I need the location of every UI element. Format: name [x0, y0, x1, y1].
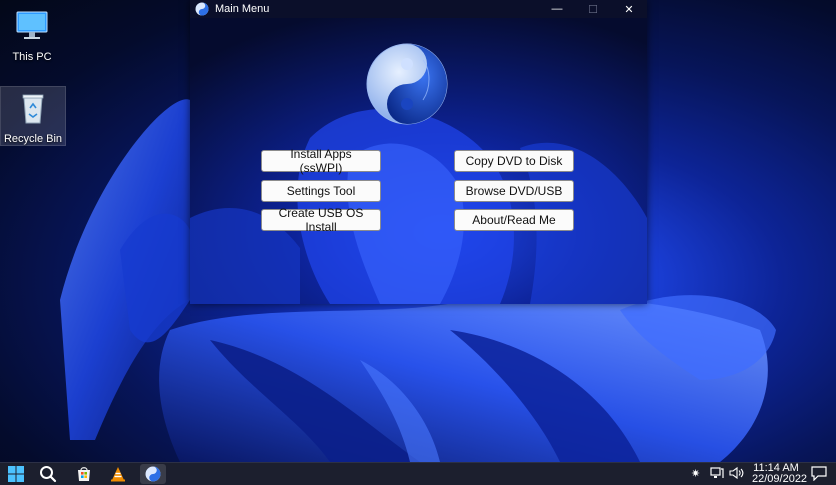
- copy-dvd-button[interactable]: Copy DVD to Disk: [454, 150, 574, 172]
- store-button[interactable]: [73, 464, 95, 484]
- notification-icon[interactable]: [811, 466, 827, 481]
- yin-yang-logo: [366, 43, 448, 125]
- recycle-bin-desktop-icon[interactable]: Recycle Bin: [0, 86, 66, 146]
- window-titlebar[interactable]: Main Menu — ☐ ✕: [190, 0, 647, 18]
- main-menu-taskbar-button[interactable]: [140, 464, 166, 484]
- search-icon: [40, 466, 57, 483]
- taskbar-clock[interactable]: 11:14 AM 22/09/2022: [752, 463, 808, 485]
- yin-yang-icon: [195, 2, 209, 16]
- network-icon[interactable]: [710, 466, 724, 480]
- recycle-bin-icon: [22, 94, 44, 124]
- volume-icon[interactable]: [729, 466, 744, 480]
- close-button[interactable]: ✕: [611, 0, 647, 18]
- vlc-button[interactable]: [107, 464, 129, 484]
- yin-yang-app-icon: [145, 466, 161, 482]
- this-pc-desktop-icon[interactable]: This PC: [0, 8, 64, 64]
- this-pc-label: This PC: [12, 51, 52, 63]
- monitor-icon: [16, 11, 48, 39]
- taskbar: ✷ 11:14 AM 22/09/2022: [0, 462, 836, 485]
- recycle-bin-label: Recycle Bin: [3, 133, 63, 145]
- main-menu-window: Main Menu — ☐ ✕ Install Apps (ssWPI) Set…: [190, 0, 647, 304]
- windows-start-icon: [8, 466, 24, 482]
- brightness-icon[interactable]: ✷: [691, 467, 700, 480]
- browse-dvd-button[interactable]: Browse DVD/USB: [454, 180, 574, 202]
- settings-tool-button[interactable]: Settings Tool: [261, 180, 381, 202]
- install-apps-button[interactable]: Install Apps (ssWPI): [261, 147, 381, 175]
- vlc-icon: [111, 467, 125, 482]
- store-icon: [78, 467, 90, 481]
- window-title: Main Menu: [215, 3, 270, 15]
- search-button[interactable]: [37, 464, 59, 484]
- create-usb-button[interactable]: Create USB OS Install: [261, 206, 381, 234]
- clock-date: 22/09/2022: [752, 473, 808, 485]
- maximize-button: ☐: [588, 3, 598, 16]
- minimize-button[interactable]: —: [539, 0, 575, 18]
- start-button[interactable]: [5, 464, 27, 484]
- about-button[interactable]: About/Read Me: [454, 209, 574, 231]
